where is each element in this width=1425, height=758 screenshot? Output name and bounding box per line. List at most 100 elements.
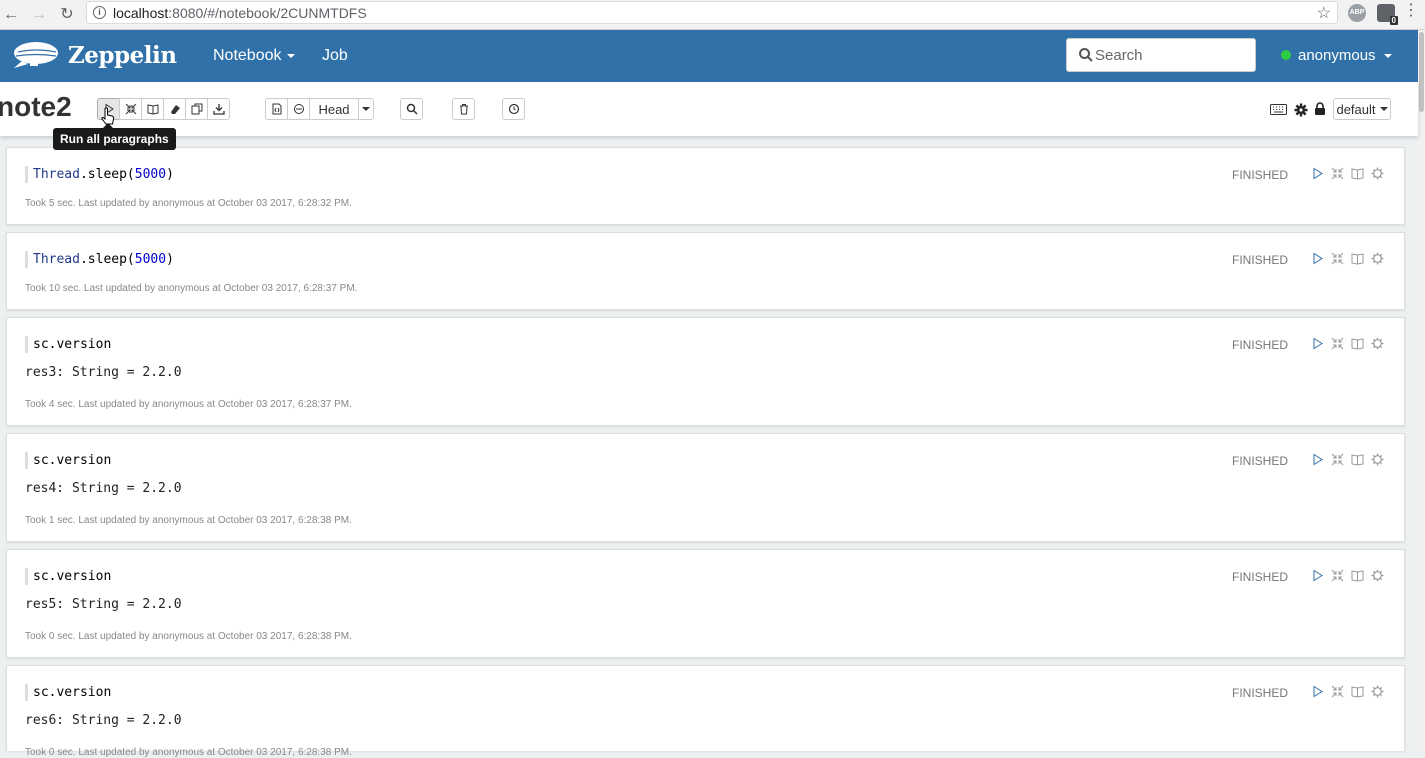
code-editor[interactable]: Thread.sleep(5000) — [25, 166, 174, 183]
url-host: localhost — [113, 5, 169, 21]
collapse-icon[interactable] — [1331, 252, 1344, 265]
book-icon[interactable] — [1351, 685, 1364, 698]
hide-code-button[interactable] — [119, 98, 142, 120]
hide-output-button[interactable] — [141, 98, 164, 120]
paragraph-controls — [1311, 569, 1384, 582]
delete-group — [452, 98, 475, 120]
gear-icon[interactable] — [1371, 685, 1384, 698]
user-menu[interactable]: anonymous — [1281, 47, 1392, 64]
brand-name[interactable]: Zeppelin — [68, 42, 177, 69]
paragraph[interactable]: sc.version res5: String = 2.2.0 Took 0 s… — [6, 549, 1405, 658]
gear-icon[interactable] — [1294, 103, 1308, 117]
gear-icon[interactable] — [1371, 337, 1384, 350]
reload-icon[interactable]: ↻ — [56, 4, 78, 26]
gear-icon[interactable] — [1371, 453, 1384, 466]
browser-menu-icon[interactable]: ⋮ — [1403, 3, 1419, 19]
note-actions-group — [97, 98, 230, 120]
scrollbar-thumb[interactable] — [1419, 32, 1424, 112]
collapse-icon[interactable] — [1331, 685, 1344, 698]
paragraph[interactable]: sc.version res4: String = 2.2.0 Took 1 s… — [6, 433, 1405, 542]
bookmark-star-icon[interactable]: ☆ — [1317, 3, 1331, 23]
play-icon[interactable] — [1311, 569, 1324, 582]
book-icon[interactable] — [1351, 252, 1364, 265]
paragraph-status: FINISHED — [1231, 253, 1288, 267]
clone-button[interactable] — [185, 98, 208, 120]
clear-output-button[interactable] — [163, 98, 186, 120]
collapse-icon[interactable] — [1331, 569, 1344, 582]
eraser-icon — [170, 105, 180, 114]
paragraph[interactable]: sc.version res6: String = 2.2.0 Took 0 s… — [6, 665, 1405, 758]
code-editor[interactable]: sc.version — [25, 684, 111, 701]
export-button[interactable] — [207, 98, 230, 120]
code-editor[interactable]: Thread.sleep(5000) — [25, 251, 174, 268]
scheduler-button[interactable] — [502, 98, 525, 120]
paragraph-controls — [1311, 252, 1384, 265]
interpreter-binding-button[interactable]: default — [1333, 98, 1391, 120]
search-input[interactable] — [1095, 45, 1245, 65]
book-icon[interactable] — [1351, 569, 1364, 582]
lock-icon[interactable] — [1314, 102, 1326, 116]
revision-dropdown[interactable] — [358, 98, 374, 120]
paragraph-footer: Took 10 sec. Last updated by anonymous a… — [25, 283, 358, 294]
paragraph-status: FINISHED — [1231, 454, 1288, 468]
adblock-label: ABP — [1349, 9, 1365, 16]
forward-arrow-icon[interactable]: → — [28, 4, 50, 26]
search-box[interactable] — [1066, 38, 1256, 72]
play-icon[interactable] — [1311, 337, 1324, 350]
paragraph-footer: Took 0 sec. Last updated by anonymous at… — [25, 747, 352, 758]
book-icon[interactable] — [1351, 453, 1364, 466]
url-text: localhost:8080/#/notebook/2CUNMTDFS — [113, 5, 367, 21]
gear-icon[interactable] — [1371, 569, 1384, 582]
paragraph-controls — [1311, 167, 1384, 180]
gear-icon[interactable] — [1371, 167, 1384, 180]
code-editor[interactable]: sc.version — [25, 336, 111, 353]
paragraph-footer: Took 4 sec. Last updated by anonymous at… — [25, 399, 352, 410]
clock-icon — [508, 103, 519, 115]
extension-icon[interactable]: 0 — [1377, 4, 1398, 25]
page-scrollbar[interactable] — [1418, 30, 1425, 751]
paragraph-footer: Took 5 sec. Last updated by anonymous at… — [25, 198, 352, 209]
play-icon[interactable] — [1311, 685, 1324, 698]
file-code-icon — [272, 103, 281, 115]
extension-badge: 0 — [1389, 16, 1398, 25]
paragraph[interactable]: Thread.sleep(5000) Took 10 sec. Last upd… — [6, 232, 1405, 310]
paragraph-footer: Took 0 sec. Last updated by anonymous at… — [25, 631, 352, 642]
delete-note-button[interactable] — [452, 98, 475, 120]
zeppelin-logo-icon[interactable] — [8, 38, 60, 72]
paragraph-status: FINISHED — [1231, 570, 1288, 584]
chevron-down-icon — [1383, 54, 1392, 59]
code-editor[interactable]: sc.version — [25, 568, 111, 585]
paragraph-result: res6: String = 2.2.0 — [25, 713, 182, 728]
book-icon[interactable] — [1351, 167, 1364, 180]
job-link[interactable]: Job — [322, 47, 348, 65]
paragraph-controls — [1311, 337, 1384, 350]
revision-button[interactable]: Head — [309, 98, 359, 120]
play-icon[interactable] — [1311, 453, 1324, 466]
version-control-button[interactable] — [265, 98, 288, 120]
paragraph-result: res3: String = 2.2.0 — [25, 365, 182, 380]
paragraph-status: FINISHED — [1231, 686, 1288, 700]
commit-button[interactable] — [287, 98, 310, 120]
paragraph[interactable]: Thread.sleep(5000) Took 5 sec. Last upda… — [6, 147, 1405, 225]
address-bar[interactable]: i localhost:8080/#/notebook/2CUNMTDFS ☆ — [86, 1, 1338, 24]
keyboard-icon[interactable] — [1270, 104, 1287, 115]
paragraph-controls — [1311, 453, 1384, 466]
notebook-menu[interactable]: Notebook — [213, 47, 295, 65]
code-object: Thread — [33, 167, 80, 182]
book-icon[interactable] — [1351, 337, 1364, 350]
gear-icon[interactable] — [1371, 252, 1384, 265]
code-function: .sleep( — [79, 167, 135, 182]
adblock-extension-icon[interactable]: ABP — [1348, 4, 1366, 22]
back-arrow-icon[interactable]: ← — [0, 4, 22, 26]
search-code-button[interactable] — [400, 98, 423, 120]
note-title[interactable]: note2 — [0, 91, 72, 123]
paragraph[interactable]: sc.version res3: String = 2.2.0 Took 4 s… — [6, 317, 1405, 426]
play-icon[interactable] — [1311, 167, 1324, 180]
play-icon[interactable] — [1311, 252, 1324, 265]
code-editor[interactable]: sc.version — [25, 452, 111, 469]
paragraph-status: FINISHED — [1231, 168, 1288, 182]
info-icon[interactable]: i — [93, 6, 106, 19]
collapse-icon[interactable] — [1331, 337, 1344, 350]
collapse-icon[interactable] — [1331, 453, 1344, 466]
collapse-icon[interactable] — [1331, 167, 1344, 180]
